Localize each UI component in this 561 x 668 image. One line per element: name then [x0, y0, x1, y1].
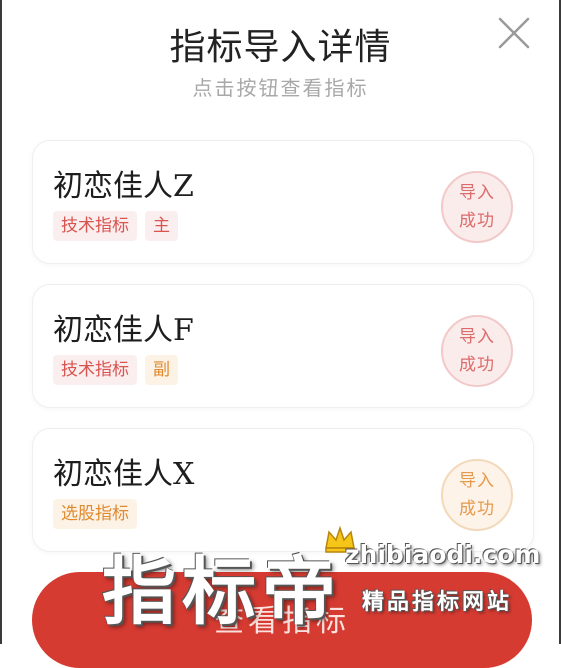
- stamp-line-2: 成功: [459, 211, 495, 231]
- import-success-stamp: 导入 成功: [441, 459, 513, 531]
- watermark-url: zhibiaodi.com: [345, 540, 541, 569]
- indicator-tags: 选股指标: [53, 499, 137, 529]
- indicator-type-tag: 选股指标: [53, 499, 137, 529]
- dialog-title: 指标导入详情: [169, 27, 392, 68]
- indicator-name: 初恋佳人X: [53, 457, 195, 492]
- stamp-line-1: 导入: [459, 183, 495, 203]
- indicator-card[interactable]: 初恋佳人F 技术指标 副 导入 成功: [32, 284, 534, 408]
- stamp-line-1: 导入: [459, 471, 495, 491]
- import-success-stamp: 导入 成功: [441, 171, 513, 243]
- watermark-brand: 指标帝: [102, 549, 342, 635]
- stamp-line-1: 导入: [459, 327, 495, 347]
- import-success-stamp: 导入 成功: [441, 315, 513, 387]
- indicator-type-tag: 技术指标: [53, 211, 137, 241]
- stamp-line-2: 成功: [459, 499, 495, 519]
- dialog-subtitle: 点击按钮查看指标: [192, 76, 369, 100]
- indicator-chart-tag: 副: [145, 355, 178, 385]
- watermark-slogan: 精品指标网站: [362, 590, 513, 615]
- close-button[interactable]: [497, 16, 531, 50]
- dialog-header: 指标导入详情 点击按钮查看指标: [0, 0, 561, 120]
- indicator-tags: 技术指标 副: [53, 355, 178, 385]
- close-icon: [498, 17, 530, 49]
- indicator-card[interactable]: 初恋佳人Z 技术指标 主 导入 成功: [32, 140, 534, 264]
- indicator-name: 初恋佳人Z: [53, 169, 194, 204]
- indicator-type-tag: 技术指标: [53, 355, 137, 385]
- indicator-chart-tag: 主: [145, 211, 178, 241]
- indicator-name: 初恋佳人F: [53, 313, 194, 348]
- indicator-tags: 技术指标 主: [53, 211, 178, 241]
- stamp-line-2: 成功: [459, 355, 495, 375]
